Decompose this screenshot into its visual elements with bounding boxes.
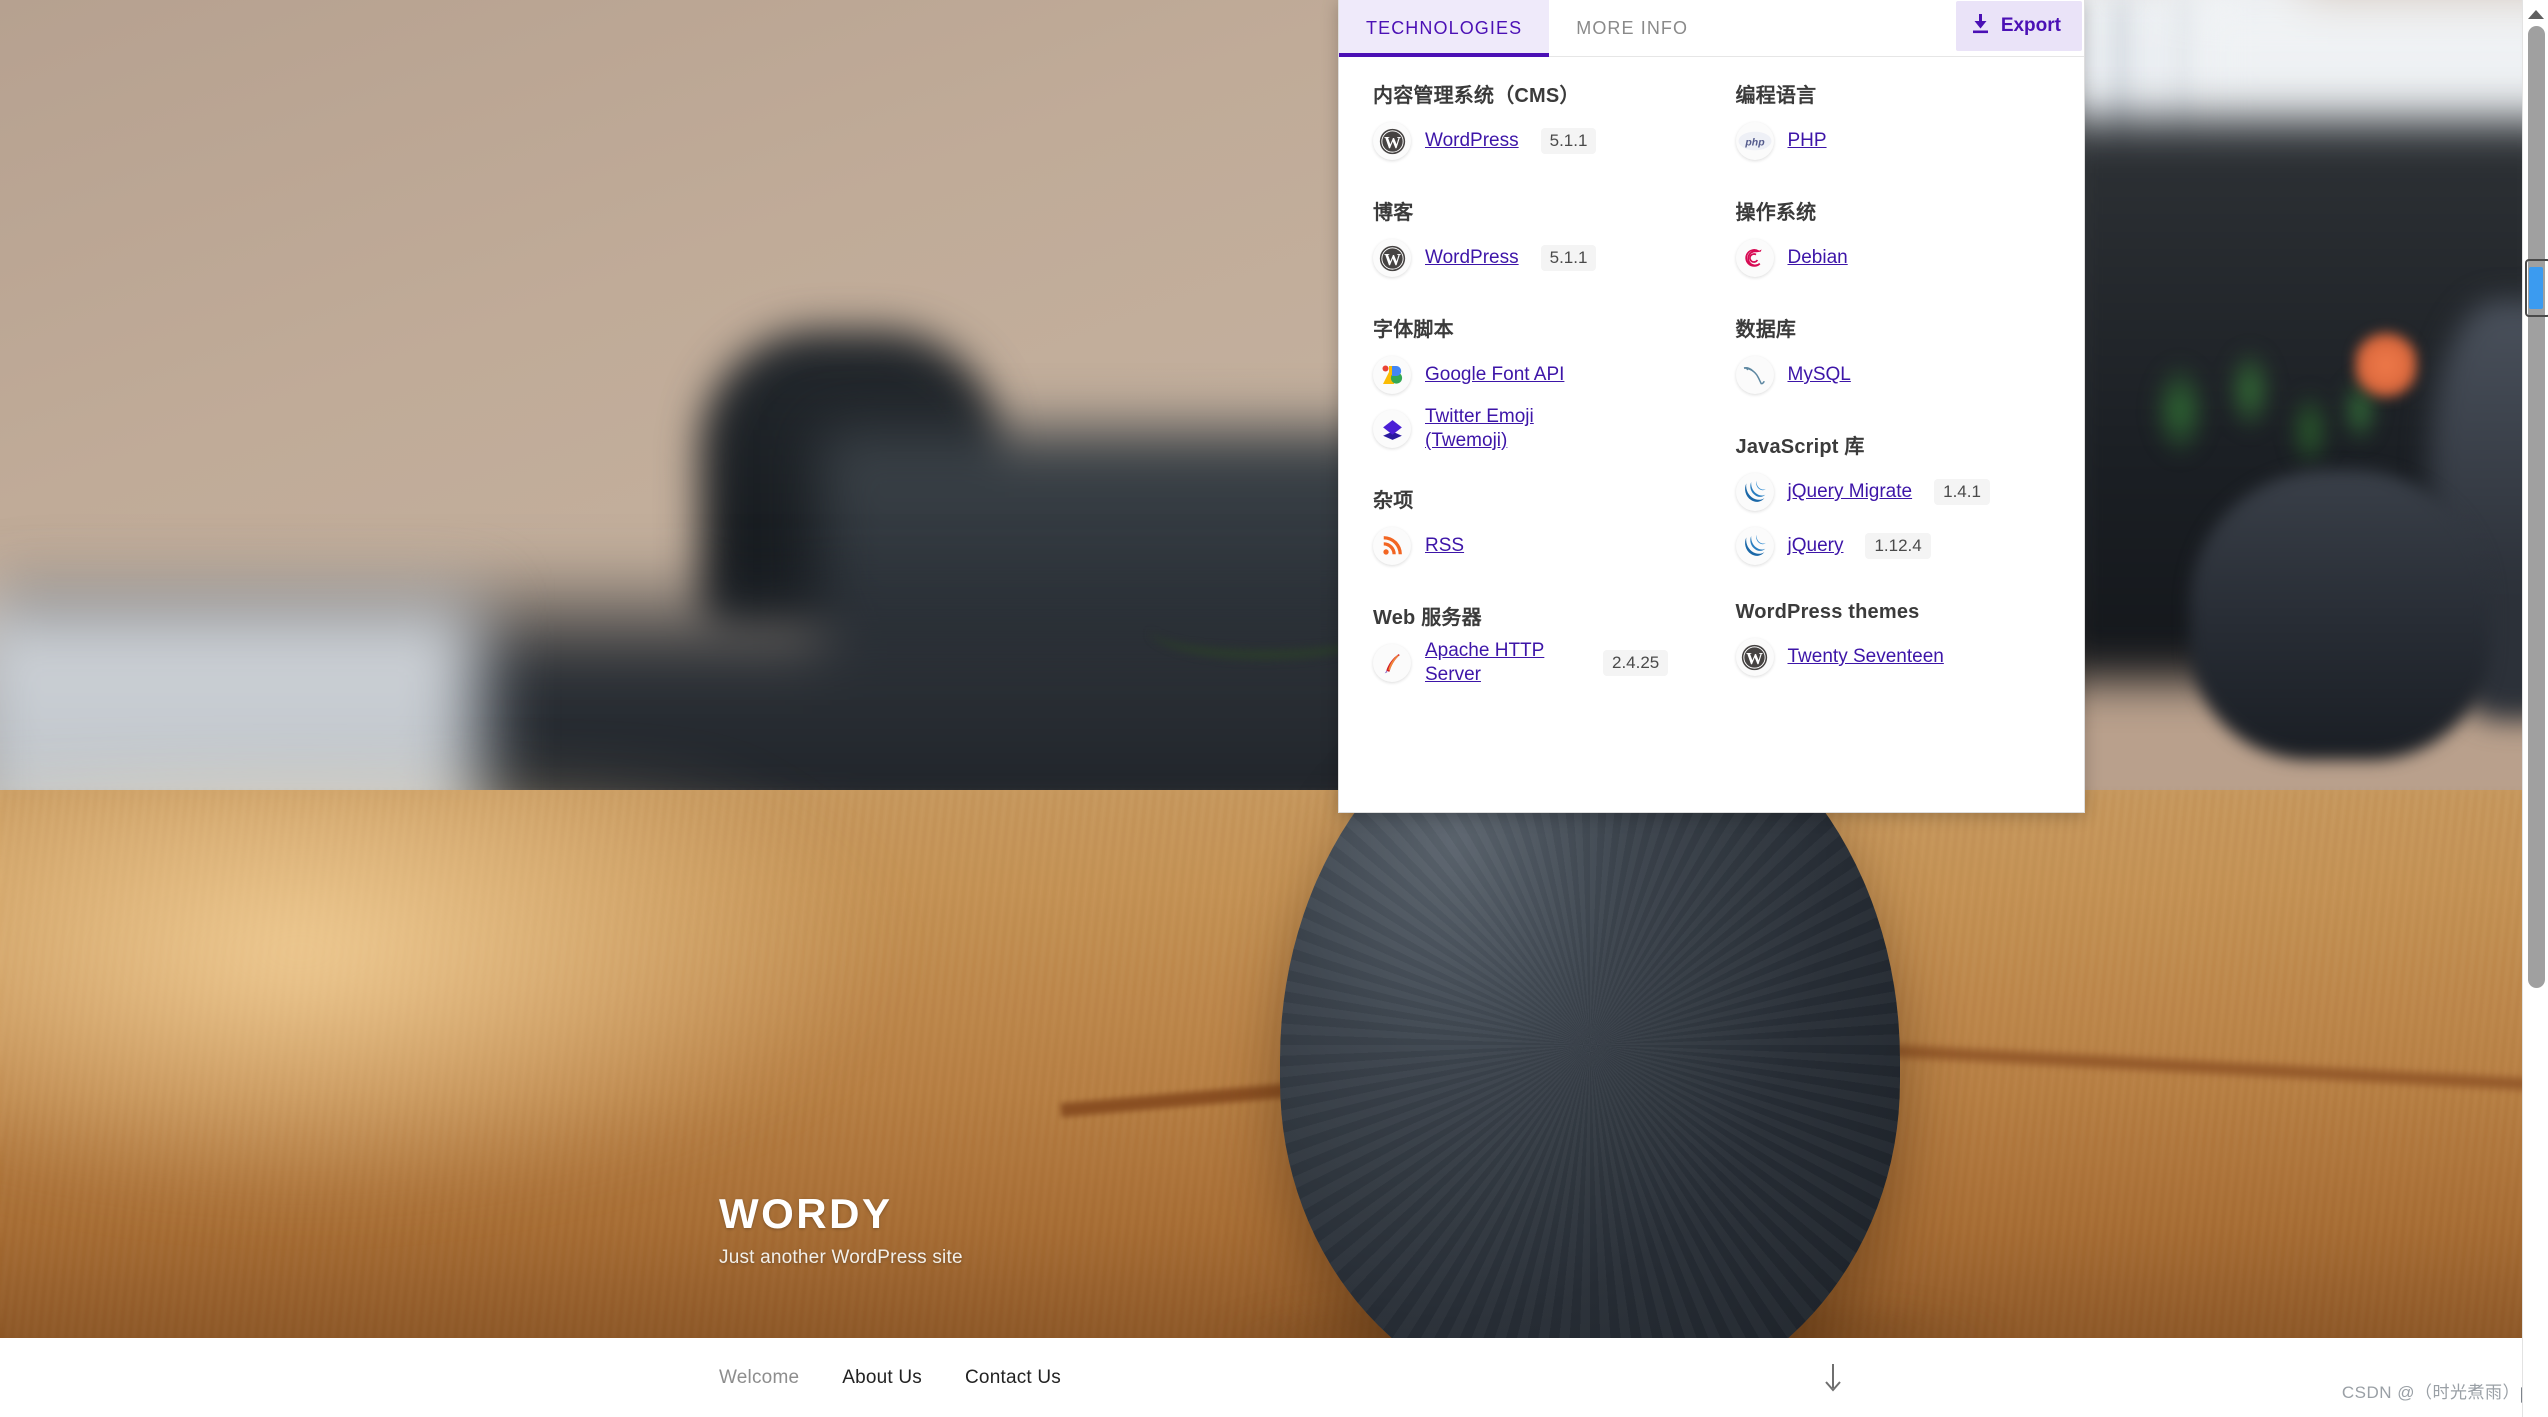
hero-background-photo [0,0,2548,1338]
category-font-scripts: 字体脚本 Google Font API Twitter Emoji (Twem… [1373,313,1690,456]
tab-technologies-label: TECHNOLOGIES [1366,17,1523,38]
category-programming-language: 编程语言 php PHP [1735,79,2063,168]
nav-item-contact-us[interactable]: Contact Us [965,1367,1061,1389]
category-title: WordPress themes [1735,601,1920,623]
panel-tab-bar: TECHNOLOGIES MORE INFO Export [1339,0,2084,57]
category-wordpress-themes: WordPress themes W Twenty Seventeen [1735,601,2063,684]
export-button-label: Export [2000,15,2061,36]
technology-row-wordpress-cms: W WordPress 5.1.1 [1373,114,1690,168]
technology-row-rss: RSS [1373,519,1690,573]
website-page: WORDY Just another WordPress site Welcom… [0,0,2548,1417]
technologies-content: 内容管理系统（CMS） W WordPress 5.1.1 博客 W WordP… [1339,57,2084,812]
jquery-icon [1735,473,1774,511]
category-title: JavaScript 库 [1735,436,1865,458]
technology-row-wordpress-blog: W WordPress 5.1.1 [1373,231,1690,285]
category-web-server: Web 服务器 Apache HTTP Server 2.4.25 [1373,601,1690,690]
technology-row-debian: Debian [1735,231,2063,285]
page-scrollbar[interactable] [2522,0,2548,1417]
category-operating-system: 操作系统 Debian [1735,196,2063,285]
technology-row-apache: Apache HTTP Server 2.4.25 [1373,636,1690,690]
category-title: 内容管理系统（CMS） [1373,85,1580,107]
technologies-right-column: 编程语言 php PHP 操作系统 Debian 数据库 MySQL JavaS… [1712,79,2085,798]
twemoji-icon [1373,410,1411,448]
scrollbar-thumb[interactable] [2528,26,2545,988]
wappalyzer-popup-panel: TECHNOLOGIES MORE INFO Export 内容管理系统（CMS… [1338,0,2085,813]
nav-item-welcome[interactable]: Welcome [719,1367,799,1389]
category-title: 博客 [1373,202,1414,224]
svg-text:W: W [1384,132,1401,151]
category-title: 编程语言 [1735,85,1817,107]
technology-version: 5.1.1 [1540,128,1597,154]
hero-text-block: WORDY Just another WordPress site [719,1190,963,1269]
technologies-left-column: 内容管理系统（CMS） W WordPress 5.1.1 博客 W WordP… [1339,79,1712,798]
watermark-text: CSDN @（时光煮雨） [2341,1383,2520,1402]
technology-version: 2.4.25 [1603,650,1669,676]
photo-orange-flower [2355,330,2417,400]
technology-row-google-font-api: Google Font API [1373,348,1690,402]
technology-version: 5.1.1 [1540,245,1597,271]
technology-link[interactable]: MySQL [1788,363,1851,387]
wordpress-icon: W [1373,122,1411,160]
category-title: 数据库 [1735,319,1797,341]
download-icon [1971,13,1990,40]
svg-text:W: W [1384,249,1401,268]
technology-link[interactable]: RSS [1425,534,1464,558]
scroll-up-arrow-icon[interactable] [2527,10,2544,19]
technology-link[interactable]: jQuery [1788,534,1844,558]
jquery-icon [1735,527,1774,565]
nav-links: Welcome About Us Contact Us [719,1338,1061,1417]
tab-more-info-label: MORE INFO [1576,17,1689,38]
technology-link[interactable]: Twitter Emoji (Twemoji) [1425,405,1605,453]
technology-row-mysql: MySQL [1735,348,2063,402]
category-cms: 内容管理系统（CMS） W WordPress 5.1.1 [1373,79,1690,168]
technology-link[interactable]: jQuery Migrate [1788,480,1913,504]
svg-text:php: php [1744,136,1765,148]
tab-technologies[interactable]: TECHNOLOGIES [1339,0,1550,57]
csdn-watermark: CSDN @（时光煮雨） [2342,1378,2532,1403]
category-javascript-libraries: JavaScript 库 jQuery Migrate 1.4.1 jQuery… [1735,430,2063,573]
category-title: 操作系统 [1735,202,1817,224]
site-navigation-bar: Welcome About Us Contact Us [0,1338,2548,1417]
wordpress-icon: W [1373,239,1411,277]
technology-version: 1.4.1 [1934,479,1990,505]
technology-link[interactable]: PHP [1788,129,1827,153]
technology-link[interactable]: Debian [1788,246,1848,270]
technology-link[interactable]: Apache HTTP Server [1425,639,1555,687]
nav-item-about-us[interactable]: About Us [842,1367,922,1389]
category-database: 数据库 MySQL [1735,313,2063,402]
mysql-icon [1735,356,1774,394]
wordpress-icon: W [1735,638,1774,676]
category-title: 字体脚本 [1373,319,1454,341]
site-title: WORDY [719,1190,893,1237]
technology-row-php: php PHP [1735,114,2063,168]
technology-link[interactable]: WordPress [1425,129,1519,153]
arrow-down-icon[interactable] [1822,1338,1844,1417]
category-misc: 杂项 RSS [1373,484,1690,573]
technology-link[interactable]: Twenty Seventeen [1788,645,1944,669]
photo-table-highlight [0,780,900,1210]
technology-version: 1.12.4 [1865,533,1931,559]
technology-row-twemoji: Twitter Emoji (Twemoji) [1373,402,1690,456]
php-icon: php [1735,122,1774,160]
debian-icon [1735,239,1774,277]
site-tagline: Just another WordPress site [719,1247,963,1269]
tab-more-info[interactable]: MORE INFO [1549,0,1715,56]
category-title: Web 服务器 [1373,607,1482,629]
technology-row-twenty-seventeen: W Twenty Seventeen [1735,630,2063,684]
technology-row-jquery-migrate: jQuery Migrate 1.4.1 [1735,465,2063,519]
scrollbar-track[interactable] [2523,26,2548,1417]
photo-planter [2190,470,2490,760]
category-blog: 博客 W WordPress 5.1.1 [1373,196,1690,285]
scroll-position-marker [2529,267,2543,309]
svg-text:W: W [1746,648,1763,667]
rss-icon [1373,527,1411,565]
export-button[interactable]: Export [1955,1,2082,51]
apache-icon [1373,644,1411,682]
google-font-icon [1373,356,1411,394]
category-title: 杂项 [1373,490,1414,512]
technology-link[interactable]: WordPress [1425,246,1519,270]
technology-link[interactable]: Google Font API [1425,363,1564,387]
technology-row-jquery: jQuery 1.12.4 [1735,519,2063,573]
